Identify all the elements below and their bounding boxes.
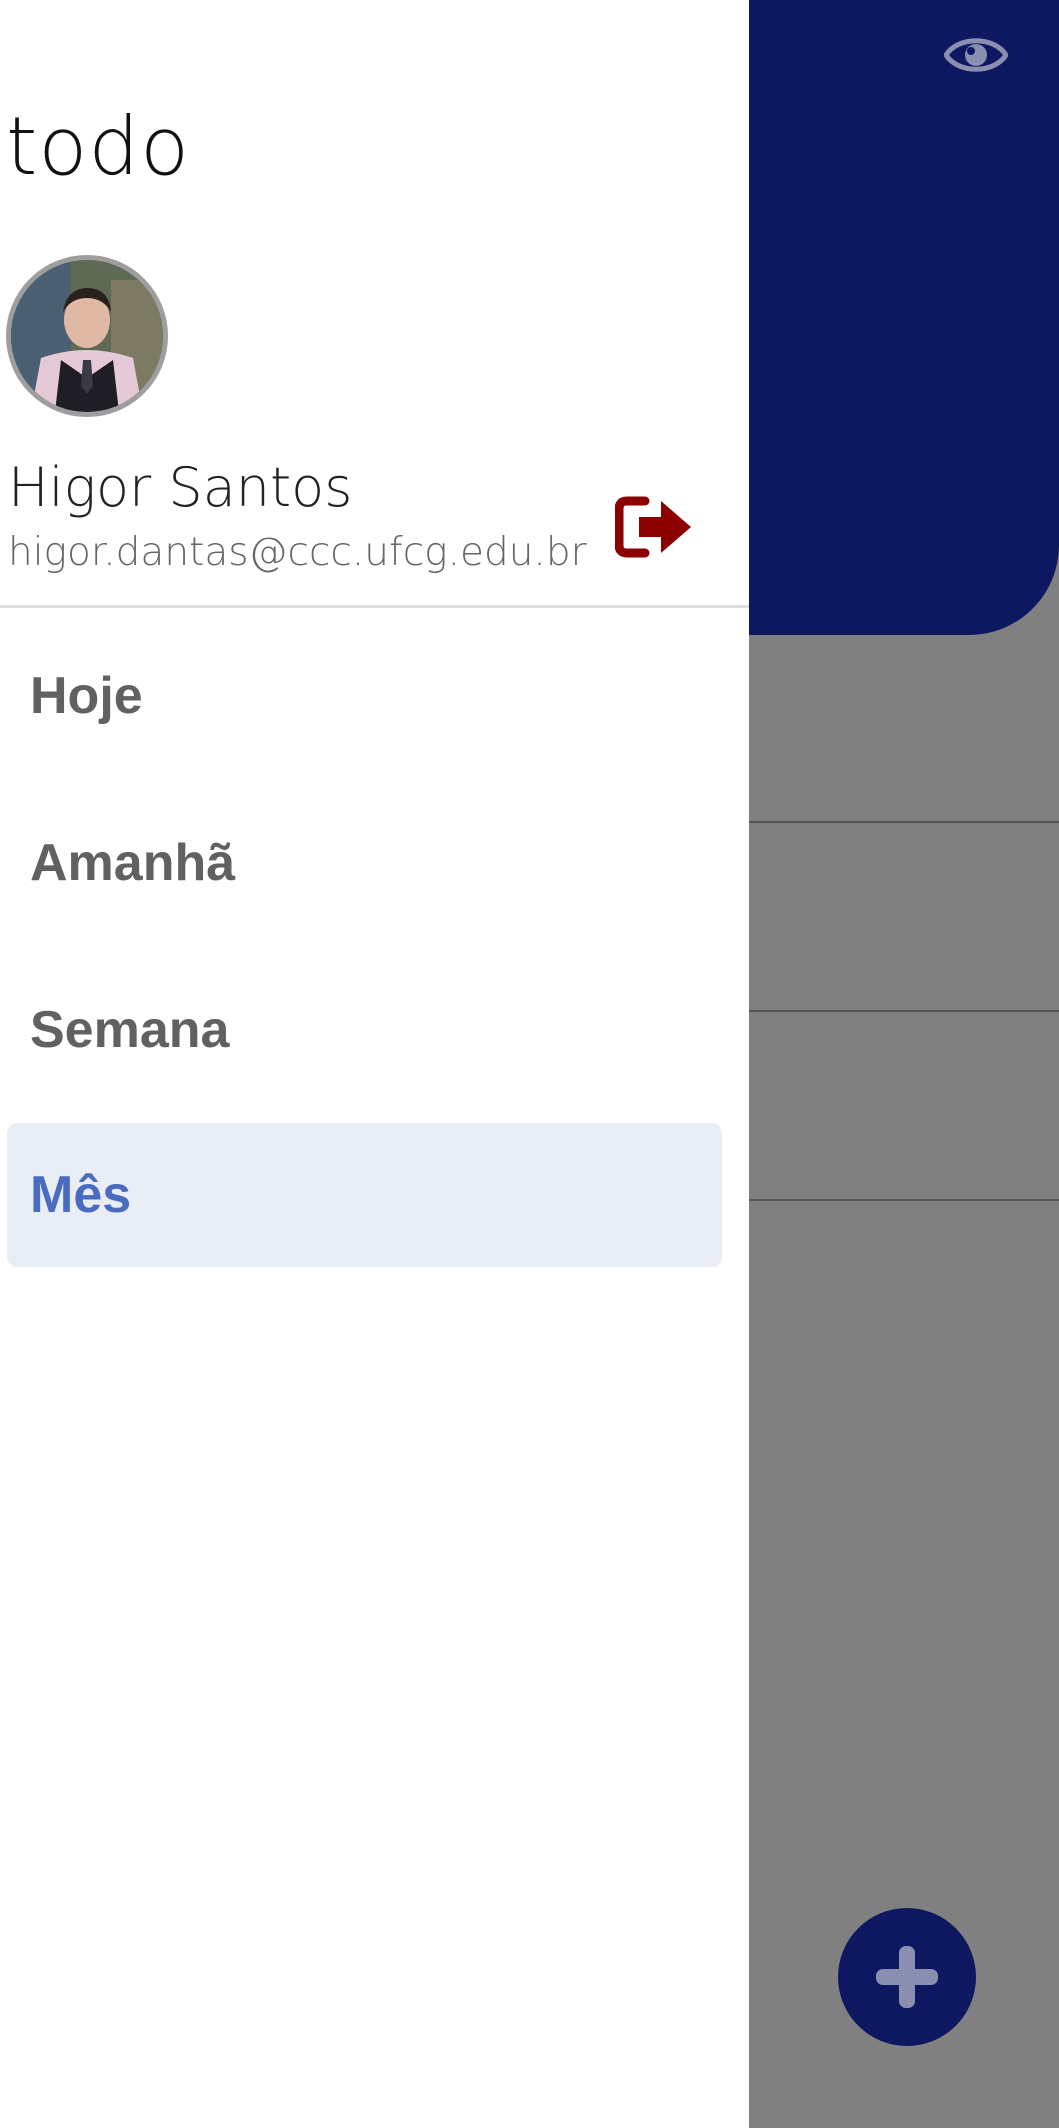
user-name: Higor Santos xyxy=(8,456,353,519)
menu-item-amanha[interactable]: Amanhã xyxy=(7,791,722,935)
menu-item-mes[interactable]: Mês xyxy=(7,1123,722,1267)
sign-out-icon xyxy=(614,496,691,558)
drawer-divider xyxy=(0,605,749,608)
user-email: higor.dantas@ccc.ufcg.edu.br xyxy=(8,530,587,575)
eye-icon[interactable] xyxy=(943,30,1009,80)
avatar xyxy=(6,255,168,417)
plus-icon xyxy=(876,1946,938,2008)
app-title: todo xyxy=(6,100,191,193)
logout-button[interactable] xyxy=(614,495,693,559)
menu-item-label: Mês xyxy=(30,1166,132,1224)
menu-item-label: Amanhã xyxy=(30,834,236,892)
menu-item-label: Hoje xyxy=(30,667,143,725)
menu-item-label: Semana xyxy=(30,1001,230,1059)
menu-item-hoje[interactable]: Hoje xyxy=(7,624,722,768)
menu-item-semana[interactable]: Semana xyxy=(7,958,722,1102)
add-task-button[interactable] xyxy=(838,1908,976,2046)
navigation-drawer: todo Higor Santos higor.dantas@ccc.ufcg.… xyxy=(0,0,749,2128)
